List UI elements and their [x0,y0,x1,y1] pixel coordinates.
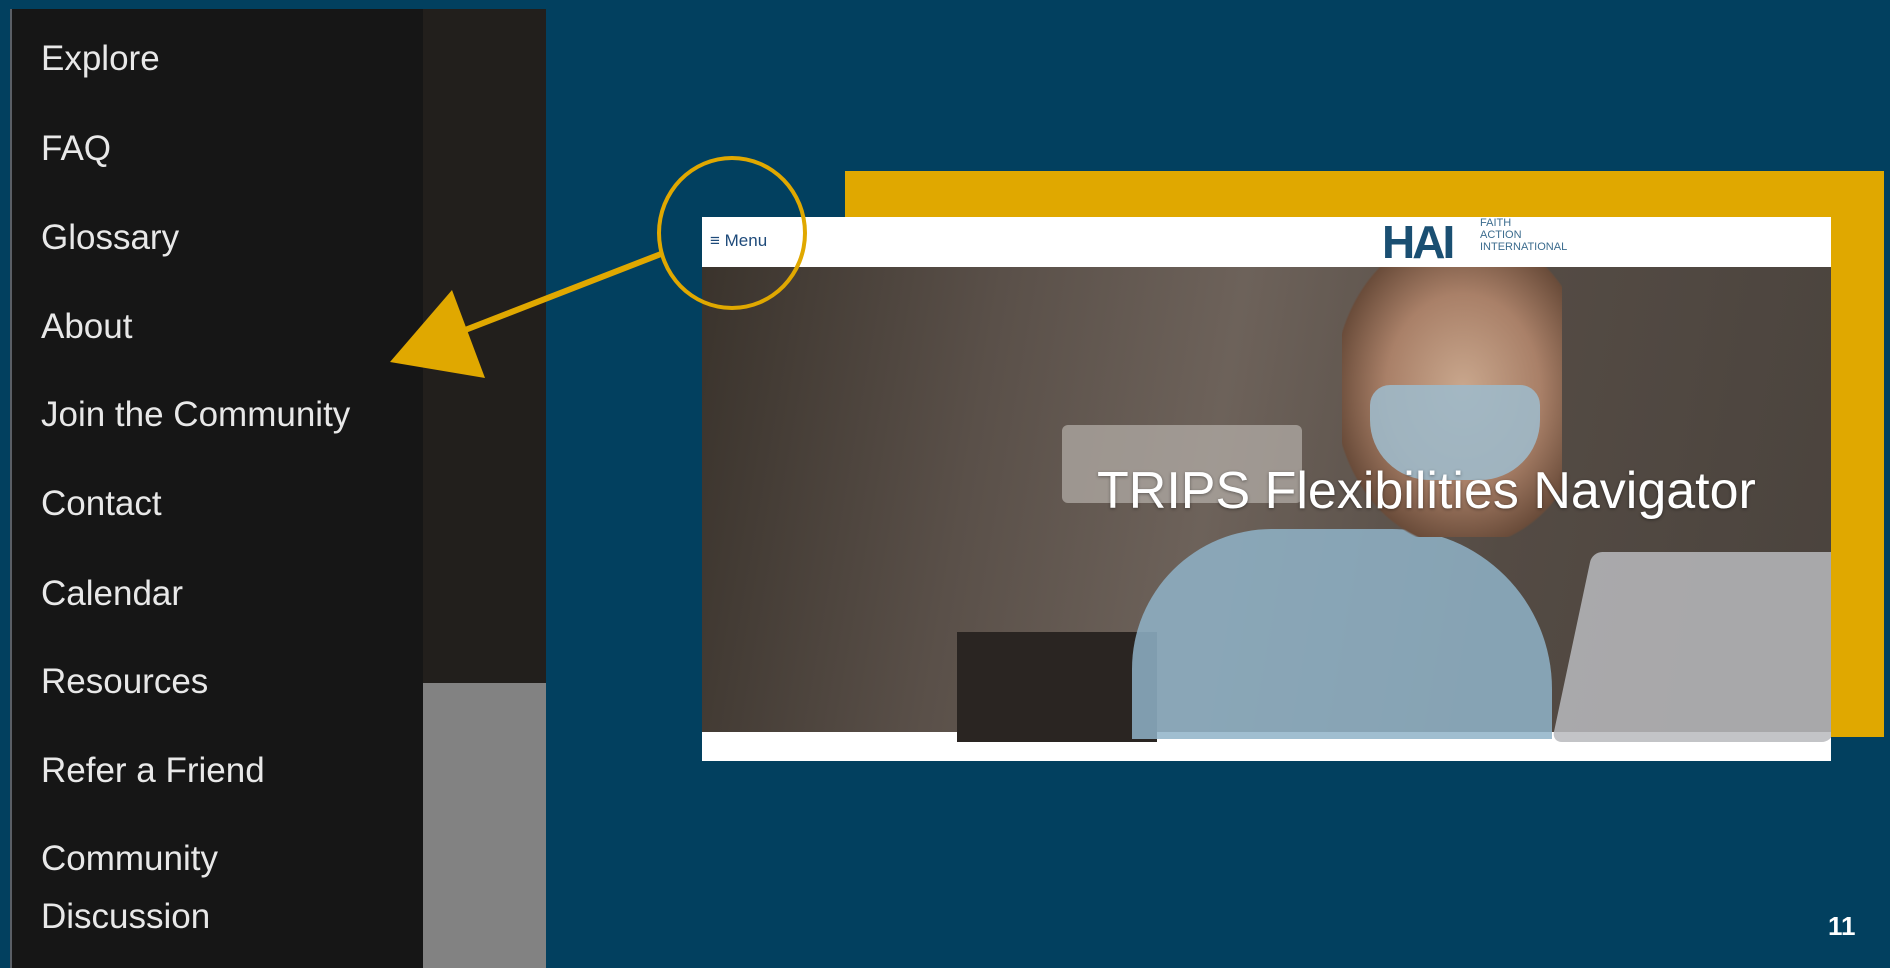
website-preview: ≡ Menu HAI FAITH ACTION INTERNATIONAL TR… [702,217,1831,761]
menu-item-explore[interactable]: Explore [41,30,160,88]
menu-item-refer-friend[interactable]: Refer a Friend [41,742,265,800]
hero-title: TRIPS Flexibilities Navigator [1097,462,1756,520]
menu-item-resources[interactable]: Resources [41,653,208,711]
menu-item-glossary[interactable]: Glossary [41,209,179,267]
side-menu-panel: Explore FAQ Glossary About Join the Comm… [10,9,546,968]
site-header: ≡ Menu HAI FAITH ACTION INTERNATIONAL [702,217,1831,267]
menu-item-join-community[interactable]: Join the Community [41,386,350,444]
menu-item-calendar[interactable]: Calendar [41,565,183,623]
logo-mark: HAI [1382,217,1455,268]
hero-photo-scrubs [1132,529,1552,739]
callout-circle [657,156,807,310]
hero-banner: TRIPS Flexibilities Navigator [702,267,1831,742]
menu-item-community-discussion[interactable]: Community Discussion [41,830,291,946]
dimmed-overlay [423,9,546,683]
hero-photo-tablet [1551,552,1831,742]
menu-item-about[interactable]: About [41,298,132,356]
menu-item-contact[interactable]: Contact [41,475,162,533]
page-background-block [423,683,546,968]
slide-number: 11 [1828,911,1856,941]
menu-item-faq[interactable]: FAQ [41,120,111,178]
hero-photo-shadow [957,632,1157,742]
logo-wordmark: FAITH ACTION INTERNATIONAL [1480,217,1568,253]
